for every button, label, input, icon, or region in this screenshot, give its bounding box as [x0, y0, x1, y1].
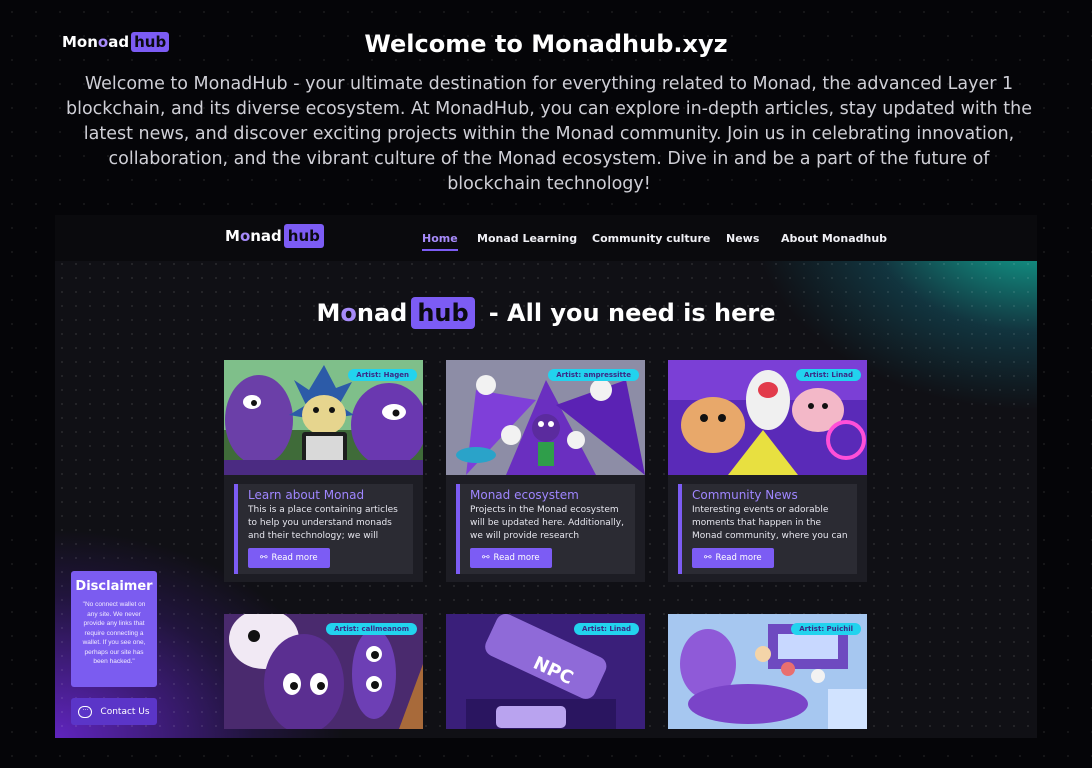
- card-description: This is a place containing articles to h…: [248, 505, 398, 541]
- intro-paragraph: Welcome to MonadHub - your ultimate dest…: [66, 74, 1032, 194]
- card-artwork: Artist: Hagen: [224, 360, 423, 475]
- card-community-news: Artist: Linad Community News Interesting…: [668, 360, 867, 582]
- card-content: Community News Interesting events or ado…: [678, 484, 857, 574]
- card-content: Learn about Monad This is a place contai…: [234, 484, 413, 574]
- card-artwork: Artist: callmeanom: [224, 614, 423, 729]
- hero-logo-diamond-icon: o: [340, 299, 357, 327]
- nav-link-about[interactable]: About Monadhub: [781, 232, 887, 245]
- nav-link-monad-learning[interactable]: Monad Learning: [477, 232, 577, 245]
- chat-icon: ···: [78, 705, 93, 718]
- hero-logo-m: M: [316, 299, 341, 327]
- card-title: Monad ecosystem: [470, 488, 579, 502]
- hero-title: Mo nad hub - All you need is here: [55, 297, 1037, 329]
- artist-badge: Artist: Linad: [574, 623, 639, 635]
- read-more-button[interactable]: ⚯ Read more: [248, 548, 330, 568]
- nav-logo-nad: nad: [250, 227, 282, 245]
- artist-badge: Artist: Puichil: [791, 623, 861, 635]
- card-title: Community News: [692, 488, 798, 502]
- artist-badge: Artist: ampressitte: [548, 369, 639, 381]
- read-more-label: Read more: [715, 553, 762, 563]
- card-row2-2: NPC Artist: Linad: [446, 614, 645, 729]
- nav-logo-m: M: [225, 227, 240, 245]
- disclaimer-title: Disclaimer: [75, 579, 153, 594]
- glasses-icon: ⚯: [482, 553, 490, 563]
- read-more-label: Read more: [271, 553, 318, 563]
- page-title: Welcome to Monadhub.xyz: [364, 30, 728, 58]
- read-more-label: Read more: [493, 553, 540, 563]
- hero-tagline: - All you need is here: [488, 299, 776, 327]
- nav-logo-hub-badge: hub: [283, 224, 324, 248]
- card-artwork: Artist: ampressitte: [446, 360, 645, 475]
- artist-badge: Artist: Linad: [796, 369, 861, 381]
- nav-link-community-culture[interactable]: Community culture: [592, 232, 710, 245]
- contact-us-label: Contact Us: [100, 706, 150, 717]
- nav-link-news[interactable]: News: [726, 232, 759, 245]
- site-preview: Mo nad hub Home Monad Learning Community c…: [55, 215, 1037, 738]
- glasses-icon: ⚯: [260, 553, 268, 563]
- artist-badge: Artist: Hagen: [348, 369, 417, 381]
- card-artwork: NPC Artist: Linad: [446, 614, 645, 729]
- card-content: Monad ecosystem Projects in the Monad ec…: [456, 484, 635, 574]
- card-row2-3: Artist: Puichil: [668, 614, 867, 729]
- card-artwork: Artist: Linad: [668, 360, 867, 475]
- card-description: Interesting events or adorable moments t…: [692, 505, 848, 541]
- read-more-button[interactable]: ⚯ Read more: [692, 548, 774, 568]
- hero-logo-hub-badge: hub: [411, 297, 475, 329]
- site-navbar: Mo nad hub Home Monad Learning Community c…: [55, 215, 1037, 261]
- card-learn-about-monad: Artist: Hagen Learn about Monad This is …: [224, 360, 423, 582]
- nav-logo-diamond-icon: o: [239, 227, 251, 245]
- nav-logo[interactable]: Mo nad hub: [225, 224, 324, 248]
- card-monad-ecosystem: Artist: ampressitte Monad ecosystem Proj…: [446, 360, 645, 582]
- glasses-icon: ⚯: [704, 553, 712, 563]
- disclaimer-text: "No connect wallet on any site. We never…: [82, 601, 146, 665]
- card-artwork: Artist: Puichil: [668, 614, 867, 729]
- read-more-button[interactable]: ⚯ Read more: [470, 548, 552, 568]
- hero-logo-nad: nad: [356, 299, 408, 327]
- card-description: Projects in the Monad ecosystem will be …: [470, 505, 624, 541]
- card-row2-1: Artist: callmeanom: [224, 614, 423, 729]
- card-title: Learn about Monad: [248, 488, 365, 502]
- artist-badge: Artist: callmeanom: [326, 623, 417, 635]
- nav-link-home[interactable]: Home: [422, 232, 458, 251]
- disclaimer-panel: Disclaimer "No connect wallet on any sit…: [71, 571, 157, 687]
- contact-us-button[interactable]: ··· Contact Us: [71, 698, 157, 725]
